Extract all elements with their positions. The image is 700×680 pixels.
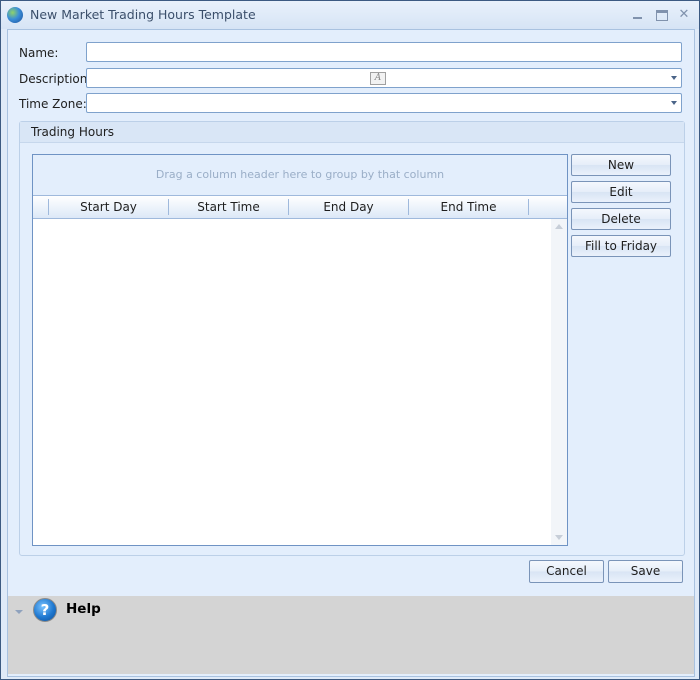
- help-panel: ? Help: [8, 596, 694, 674]
- scroll-up-icon[interactable]: [555, 224, 563, 229]
- trading-hours-grid: Drag a column header here to group by th…: [32, 154, 568, 546]
- maximize-icon: [656, 10, 668, 21]
- time-zone-label: Time Zone:: [19, 97, 87, 111]
- save-button[interactable]: Save: [608, 560, 683, 583]
- minimize-icon: [633, 17, 642, 19]
- close-button[interactable]: ✕: [674, 5, 694, 25]
- cancel-button[interactable]: Cancel: [529, 560, 604, 583]
- fill-to-friday-button[interactable]: Fill to Friday: [571, 235, 671, 257]
- column-header-end-time[interactable]: End Time: [409, 196, 528, 218]
- edit-button[interactable]: Edit: [571, 181, 671, 203]
- delete-button[interactable]: Delete: [571, 208, 671, 230]
- column-header-row: Start Day Start Time End Day End Time: [33, 196, 567, 219]
- chevron-down-icon[interactable]: [671, 76, 677, 80]
- dialog-content: Name: Description: A Time Zone: Trading …: [7, 29, 695, 677]
- column-header-start-day[interactable]: Start Day: [49, 196, 168, 218]
- window-title: New Market Trading Hours Template: [30, 7, 256, 22]
- description-dropdown[interactable]: A: [86, 68, 682, 88]
- group-by-panel[interactable]: Drag a column header here to group by th…: [33, 155, 567, 196]
- scroll-down-icon[interactable]: [555, 535, 563, 540]
- grid-body: [33, 219, 567, 545]
- column-header-start-time[interactable]: Start Time: [169, 196, 288, 218]
- name-label: Name:: [19, 46, 59, 60]
- maximize-button[interactable]: [653, 5, 673, 25]
- description-label: Description:: [19, 72, 92, 86]
- name-input[interactable]: [86, 42, 682, 62]
- vertical-scrollbar[interactable]: [551, 219, 567, 545]
- dialog-window: New Market Trading Hours Template ✕ Name…: [0, 0, 700, 680]
- close-icon: ✕: [678, 7, 690, 22]
- chevron-down-icon[interactable]: [671, 101, 677, 105]
- globe-icon: [7, 7, 23, 23]
- column-header-end-day[interactable]: End Day: [289, 196, 408, 218]
- title-bar: New Market Trading Hours Template ✕: [1, 1, 699, 29]
- collapse-arrow-icon[interactable]: [15, 610, 23, 614]
- help-title: Help: [66, 601, 101, 617]
- new-button[interactable]: New: [571, 154, 671, 176]
- trading-hours-group: Trading Hours Drag a column header here …: [19, 121, 685, 556]
- trading-hours-title: Trading Hours: [20, 122, 684, 143]
- time-zone-dropdown[interactable]: [86, 93, 682, 113]
- help-icon: ?: [33, 598, 57, 622]
- column-separator: [528, 199, 529, 215]
- minimize-button[interactable]: [629, 5, 649, 25]
- rich-text-icon[interactable]: A: [370, 72, 386, 85]
